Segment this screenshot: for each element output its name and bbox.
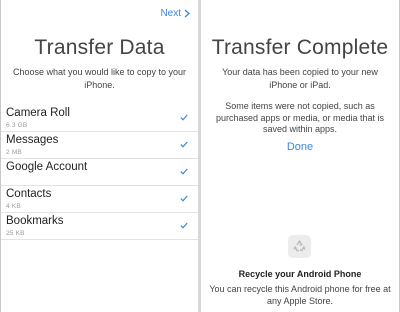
checkmark-icon xyxy=(180,222,188,229)
item-size: 25 KB xyxy=(6,230,25,237)
item-name: Messages xyxy=(6,134,59,146)
page-subtitle: Choose what you would like to copy to yo… xyxy=(12,67,187,90)
item-size: 6.3 GB xyxy=(6,122,28,129)
checkmark-icon xyxy=(180,195,188,202)
item-size: 4 KB xyxy=(6,203,21,210)
item-name: Contacts xyxy=(6,188,52,200)
checkmark-icon xyxy=(180,141,188,148)
next-label: Next xyxy=(160,8,181,19)
list-item-bookmarks[interactable]: Bookmarks 25 KB xyxy=(1,213,198,240)
transfer-complete-screen: Transfer Complete Your data has been cop… xyxy=(201,0,399,312)
checkmark-icon xyxy=(180,168,188,175)
recycle-description: You can recycle this Android phone for f… xyxy=(209,284,391,306)
page-title: Transfer Complete xyxy=(211,36,389,59)
next-button[interactable]: Next xyxy=(160,8,190,19)
transfer-data-screen: Next Transfer Data Choose what you would… xyxy=(1,0,198,312)
item-size: 2 MB xyxy=(6,149,22,156)
not-copied-note: Some items were not copied, such as purc… xyxy=(215,101,385,134)
list-item-messages[interactable]: Messages 2 MB xyxy=(1,132,198,159)
item-name: Camera Roll xyxy=(6,107,70,119)
page-subtitle: Your data has been copied to your new iP… xyxy=(222,67,378,90)
transfer-items-list: Camera Roll 6.3 GB Messages 2 MB Google … xyxy=(1,105,198,240)
item-name: Google Account xyxy=(6,161,88,173)
page-title: Transfer Data xyxy=(34,36,165,59)
list-item-camera-roll[interactable]: Camera Roll 6.3 GB xyxy=(1,105,198,132)
checkmark-icon xyxy=(180,114,188,121)
recycle-icon xyxy=(288,235,311,258)
recycle-heading: Recycle your Android Phone xyxy=(238,269,362,279)
list-item-contacts[interactable]: Contacts 4 KB xyxy=(1,186,198,213)
item-name: Bookmarks xyxy=(6,215,64,227)
done-button[interactable]: Done xyxy=(201,141,399,153)
list-item-google-account[interactable]: Google Account xyxy=(1,159,198,186)
chevron-right-icon xyxy=(184,9,190,18)
